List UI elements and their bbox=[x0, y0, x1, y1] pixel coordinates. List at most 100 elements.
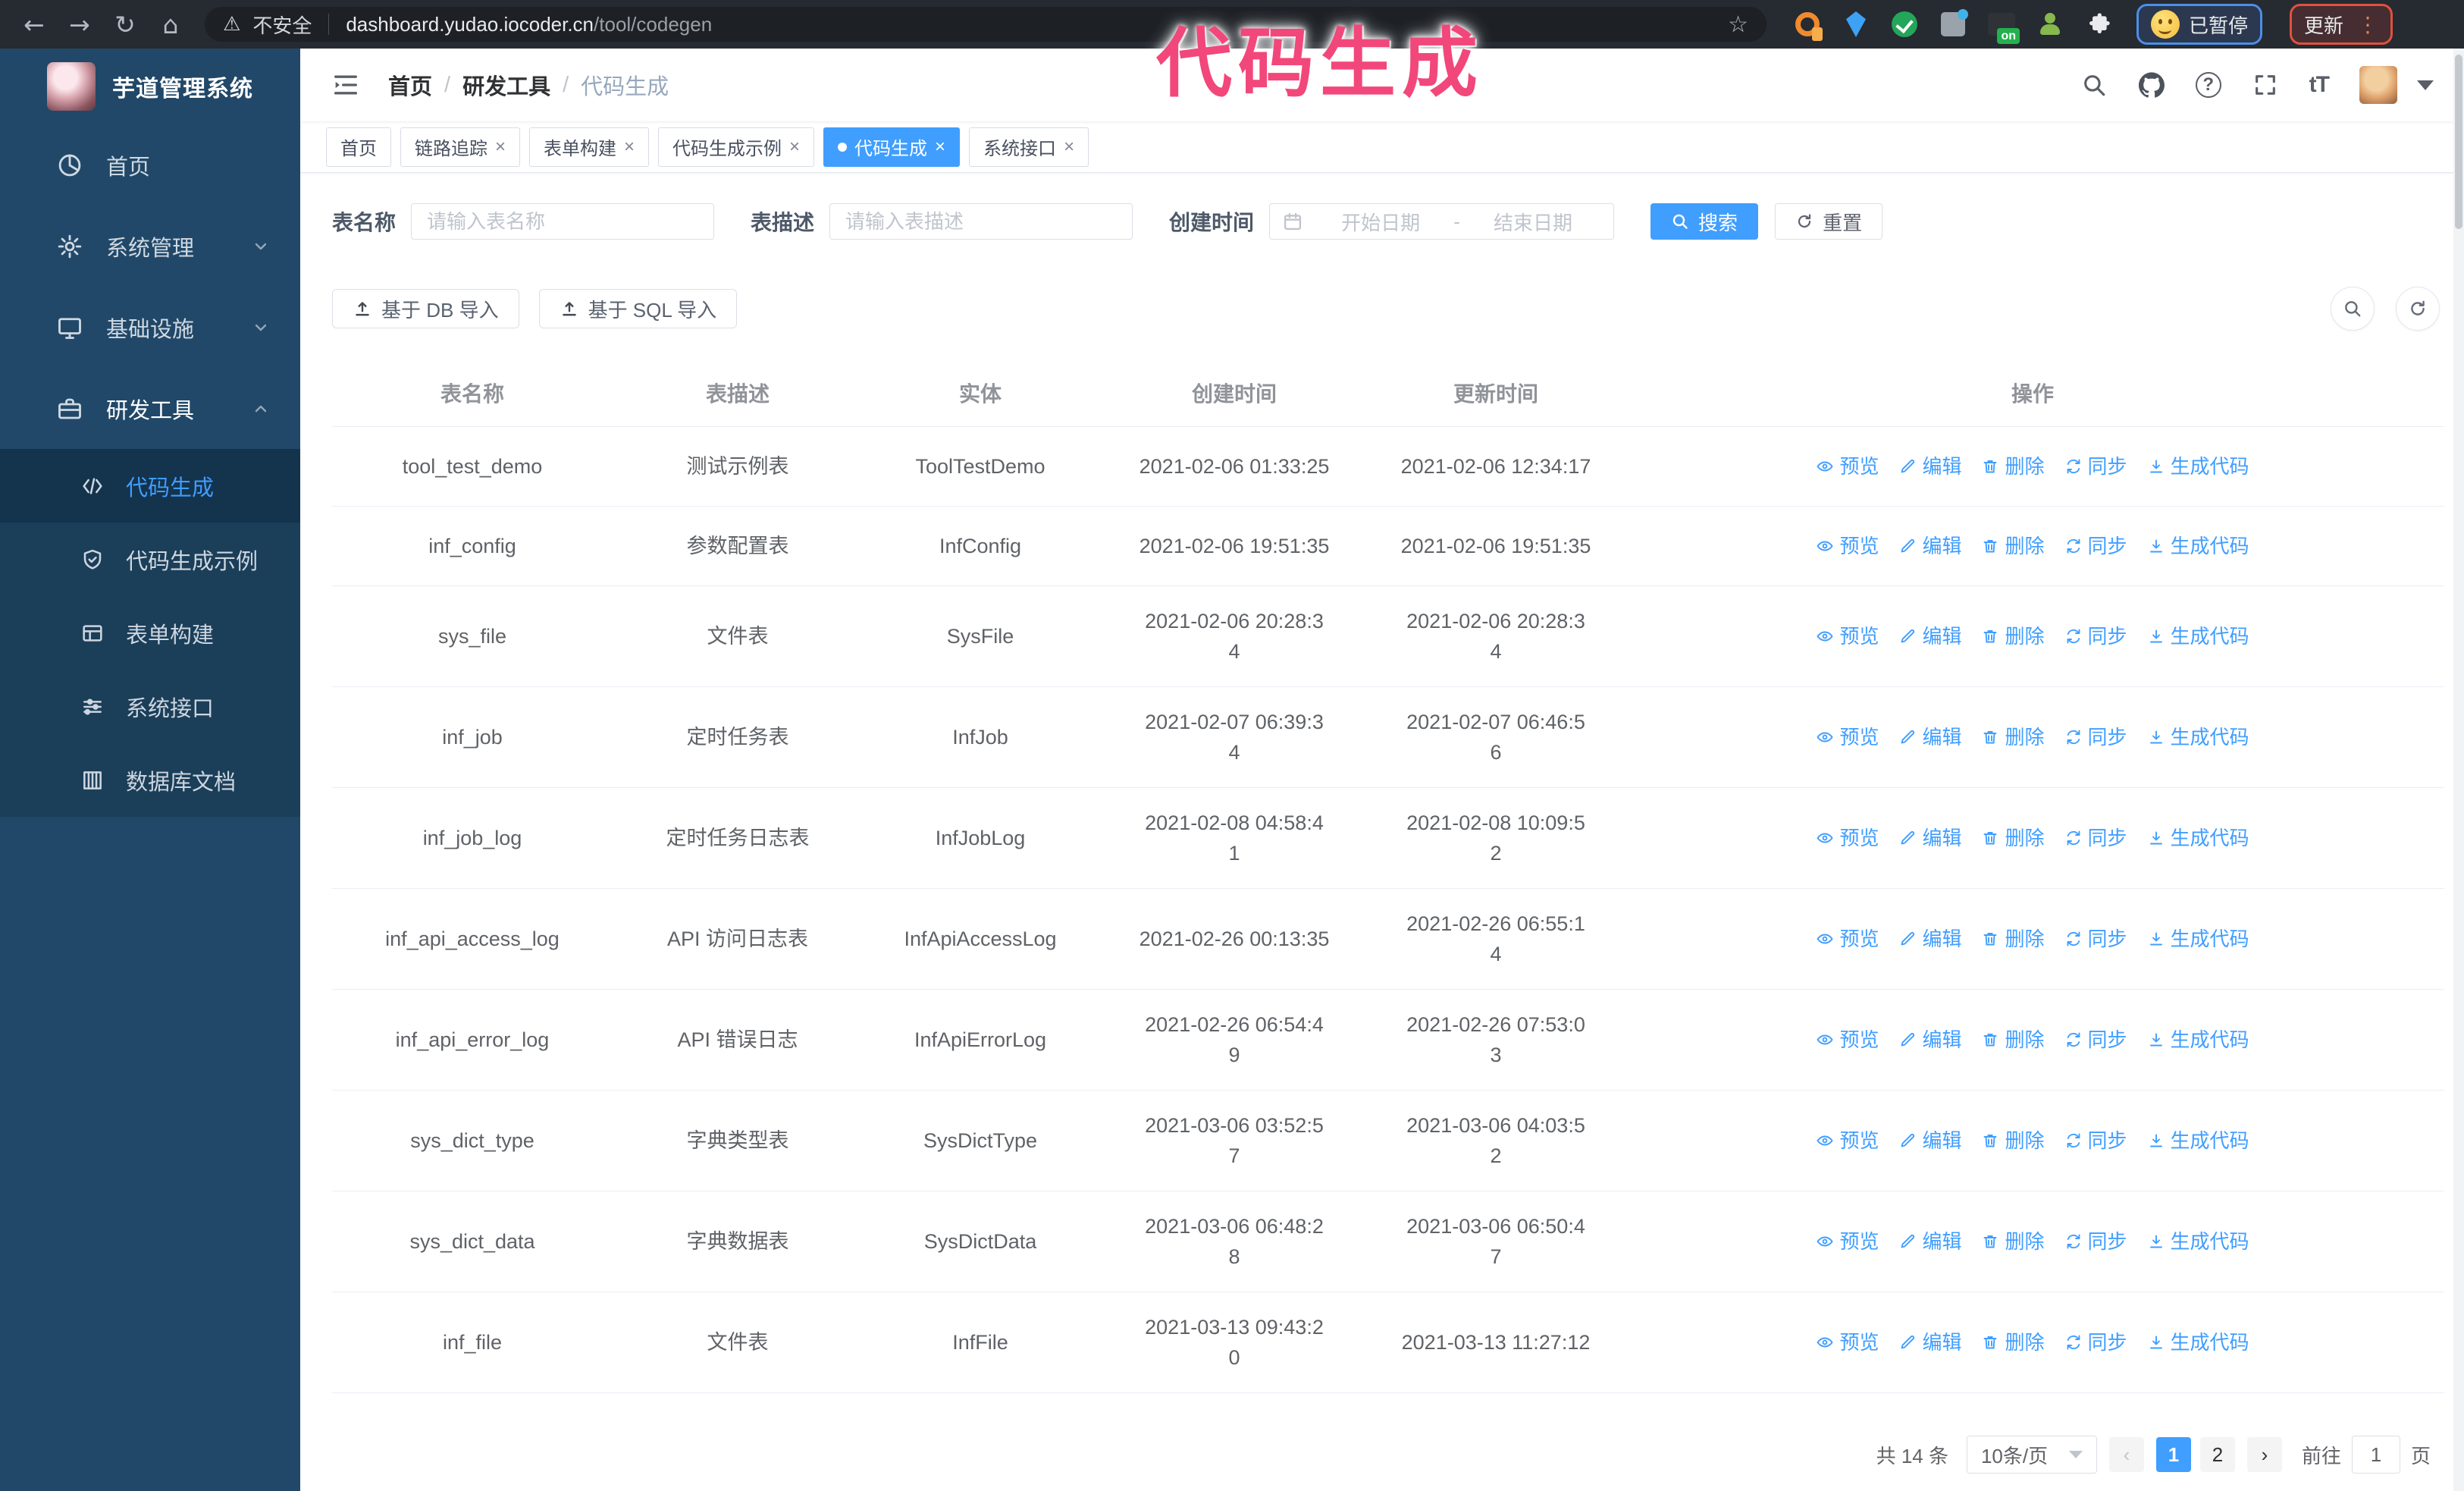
edit-link[interactable]: 编辑 bbox=[1898, 531, 1961, 561]
sidebar-item-devtools[interactable]: 研发工具 bbox=[0, 368, 300, 449]
breadcrumb-item[interactable]: 首页 bbox=[388, 69, 432, 101]
delete-link[interactable]: 删除 bbox=[1981, 451, 2045, 482]
tab[interactable]: 系统接口 × bbox=[969, 127, 1089, 167]
sync-link[interactable]: 同步 bbox=[2064, 1025, 2127, 1055]
sidebar-item-codegen-demo[interactable]: 代码生成示例 bbox=[0, 523, 300, 596]
browser-back-button[interactable]: ← bbox=[14, 5, 55, 43]
close-icon[interactable]: × bbox=[495, 137, 506, 156]
generate-code-link[interactable]: 生成代码 bbox=[2147, 451, 2249, 482]
font-size-icon[interactable]: tT bbox=[2309, 72, 2330, 98]
generate-code-link[interactable]: 生成代码 bbox=[2147, 924, 2249, 954]
sidebar-item-home[interactable]: 首页 bbox=[0, 124, 300, 206]
page-button[interactable]: 2 bbox=[2199, 1437, 2235, 1472]
reset-button[interactable]: 重置 bbox=[1775, 203, 1883, 240]
delete-link[interactable]: 删除 bbox=[1981, 924, 2045, 954]
generate-code-link[interactable]: 生成代码 bbox=[2147, 823, 2249, 853]
preview-link[interactable]: 预览 bbox=[1816, 823, 1879, 853]
sidebar-item-db-doc[interactable]: 数据库文档 bbox=[0, 743, 300, 817]
profile-paused-chip[interactable]: 已暂停 bbox=[2136, 4, 2263, 45]
address-bar[interactable]: ⚠ 不安全 dashboard.yudao.iocoder.cn/tool/co… bbox=[205, 7, 1766, 42]
date-range-picker[interactable]: 开始日期 - 结束日期 bbox=[1269, 203, 1615, 240]
delete-link[interactable]: 删除 bbox=[1981, 823, 2045, 853]
sidebar-item-codegen[interactable]: 代码生成 bbox=[0, 449, 300, 523]
sync-link[interactable]: 同步 bbox=[2064, 1226, 2127, 1257]
grid-extension-icon[interactable] bbox=[1939, 9, 1968, 38]
breadcrumb-item[interactable]: 研发工具 bbox=[462, 69, 550, 101]
generate-code-link[interactable]: 生成代码 bbox=[2147, 722, 2249, 752]
browser-forward-button[interactable]: → bbox=[59, 5, 100, 43]
sidebar-toggle-icon[interactable] bbox=[331, 70, 361, 100]
end-date-placeholder[interactable]: 结束日期 bbox=[1465, 208, 1601, 236]
sync-link[interactable]: 同步 bbox=[2064, 924, 2127, 954]
preview-link[interactable]: 预览 bbox=[1816, 1327, 1879, 1358]
github-icon[interactable] bbox=[2138, 71, 2165, 99]
generate-code-link[interactable]: 生成代码 bbox=[2147, 1125, 2249, 1156]
key-extension-icon[interactable] bbox=[1794, 11, 1821, 38]
delete-link[interactable]: 删除 bbox=[1981, 722, 2045, 752]
edit-link[interactable]: 编辑 bbox=[1898, 722, 1961, 752]
sync-link[interactable]: 同步 bbox=[2064, 451, 2127, 482]
close-icon[interactable]: × bbox=[789, 137, 800, 156]
search-icon[interactable] bbox=[2080, 71, 2108, 99]
sync-link[interactable]: 同步 bbox=[2064, 722, 2127, 752]
edit-link[interactable]: 编辑 bbox=[1898, 924, 1961, 954]
refresh-table-button[interactable] bbox=[2396, 287, 2440, 331]
edit-link[interactable]: 编辑 bbox=[1898, 621, 1961, 651]
sidebar-item-system[interactable]: 系统管理 bbox=[0, 206, 300, 287]
edit-link[interactable]: 编辑 bbox=[1898, 1025, 1961, 1055]
scrollbar[interactable] bbox=[2453, 49, 2464, 1491]
delete-link[interactable]: 删除 bbox=[1981, 1125, 2045, 1156]
edit-link[interactable]: 编辑 bbox=[1898, 1327, 1961, 1358]
show-search-toggle-button[interactable] bbox=[2331, 287, 2375, 331]
preview-link[interactable]: 预览 bbox=[1816, 722, 1879, 752]
import-db-button[interactable]: 基于 DB 导入 bbox=[332, 289, 519, 328]
sidebar-item-system-api[interactable]: 系统接口 bbox=[0, 670, 300, 743]
generate-code-link[interactable]: 生成代码 bbox=[2147, 1025, 2249, 1055]
check-extension-icon[interactable] bbox=[1891, 11, 1918, 38]
preview-link[interactable]: 预览 bbox=[1816, 451, 1879, 482]
fullscreen-icon[interactable] bbox=[2252, 71, 2279, 99]
prev-page-button[interactable]: ‹ bbox=[2108, 1437, 2144, 1472]
onbox-extension-icon[interactable]: on bbox=[1988, 11, 2020, 44]
import-sql-button[interactable]: 基于 SQL 导入 bbox=[538, 289, 738, 328]
sidebar-item-infra[interactable]: 基础设施 bbox=[0, 287, 300, 368]
sync-link[interactable]: 同步 bbox=[2064, 531, 2127, 561]
page-size-select[interactable]: 10条/页 bbox=[1966, 1436, 2097, 1474]
person-extension-icon[interactable] bbox=[2036, 11, 2064, 38]
preview-link[interactable]: 预览 bbox=[1816, 1226, 1879, 1257]
delete-link[interactable]: 删除 bbox=[1981, 621, 2045, 651]
generate-code-link[interactable]: 生成代码 bbox=[2147, 621, 2249, 651]
delete-link[interactable]: 删除 bbox=[1981, 1025, 2045, 1055]
tab[interactable]: 首页 bbox=[326, 127, 391, 167]
avatar[interactable] bbox=[2359, 66, 2397, 104]
close-icon[interactable]: × bbox=[624, 137, 635, 156]
sync-link[interactable]: 同步 bbox=[2064, 1327, 2127, 1358]
scrollbar-thumb[interactable] bbox=[2455, 55, 2462, 229]
table-name-input[interactable] bbox=[411, 203, 715, 240]
preview-link[interactable]: 预览 bbox=[1816, 531, 1879, 561]
page-button[interactable]: 1 bbox=[2155, 1437, 2191, 1472]
delete-link[interactable]: 删除 bbox=[1981, 531, 2045, 561]
caret-down-icon[interactable] bbox=[2417, 80, 2434, 90]
close-icon[interactable]: × bbox=[935, 137, 945, 156]
edit-link[interactable]: 编辑 bbox=[1898, 451, 1961, 482]
delete-link[interactable]: 删除 bbox=[1981, 1226, 2045, 1257]
sync-link[interactable]: 同步 bbox=[2064, 621, 2127, 651]
preview-link[interactable]: 预览 bbox=[1816, 924, 1879, 954]
preview-link[interactable]: 预览 bbox=[1816, 1125, 1879, 1156]
generate-code-link[interactable]: 生成代码 bbox=[2147, 531, 2249, 561]
preview-link[interactable]: 预览 bbox=[1816, 621, 1879, 651]
browser-menu-icon[interactable]: ⋮ bbox=[2357, 12, 2378, 37]
puzzle-extension-icon[interactable] bbox=[2085, 11, 2112, 38]
goto-page-input[interactable] bbox=[2351, 1436, 2400, 1474]
sidebar-item-form-builder[interactable]: 表单构建 bbox=[0, 596, 300, 670]
preview-link[interactable]: 预览 bbox=[1816, 1025, 1879, 1055]
gem-extension-icon[interactable] bbox=[1842, 11, 1870, 38]
tab[interactable]: 表单构建 × bbox=[529, 127, 650, 167]
browser-reload-button[interactable]: ↻ bbox=[105, 5, 146, 43]
browser-update-button[interactable]: 更新 ⋮ bbox=[2290, 4, 2393, 45]
tab[interactable]: 代码生成示例 × bbox=[658, 127, 815, 167]
table-desc-input[interactable] bbox=[829, 203, 1133, 240]
next-page-button[interactable]: › bbox=[2246, 1437, 2282, 1472]
tab[interactable]: 链路追踪 × bbox=[400, 127, 521, 167]
